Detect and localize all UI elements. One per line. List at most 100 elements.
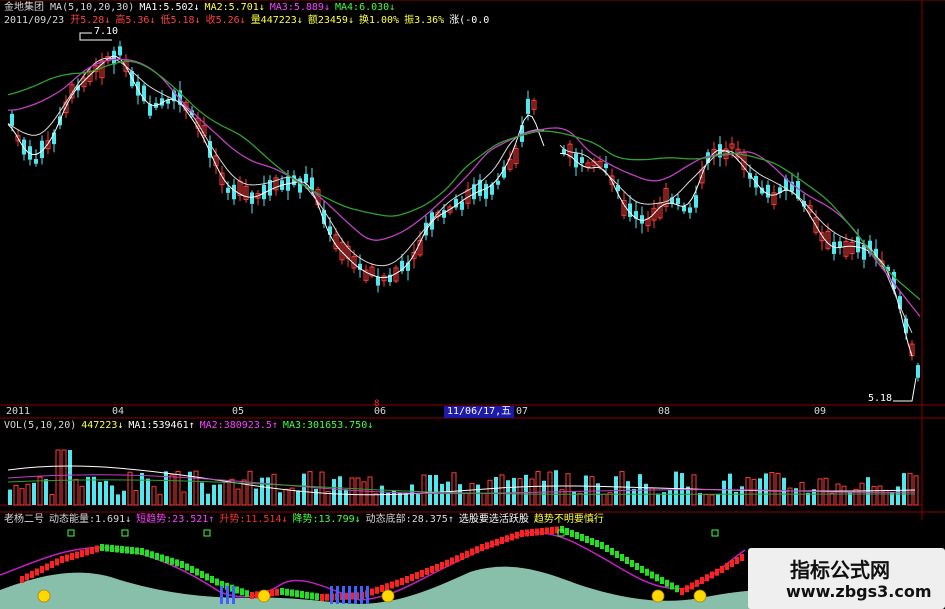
trend-block bbox=[595, 540, 599, 547]
trend-block bbox=[45, 563, 49, 571]
trend-block bbox=[420, 570, 424, 577]
trend-block bbox=[480, 544, 484, 551]
indicator-header-item-7: 趋势不明要慎行 bbox=[533, 514, 604, 525]
quote-value-5: 额23459↓ bbox=[307, 15, 354, 26]
trend-block bbox=[250, 592, 254, 599]
signal-square bbox=[711, 529, 719, 537]
time-label-08: 08 bbox=[658, 406, 671, 417]
volume-bar-up bbox=[25, 483, 31, 506]
indicator-header-item-6: 选股要选活跃股 bbox=[458, 514, 529, 525]
volume-bar-down bbox=[338, 476, 342, 505]
volume-bar-up bbox=[61, 449, 67, 506]
trend-block bbox=[415, 572, 419, 579]
volume-bar-down bbox=[902, 473, 906, 505]
trend-block bbox=[490, 540, 494, 548]
volume-bar-down bbox=[458, 484, 462, 505]
trend-block bbox=[185, 563, 189, 571]
trend-block bbox=[170, 557, 174, 565]
volume-bar-down bbox=[296, 490, 300, 505]
volume-bar-up bbox=[223, 482, 229, 506]
volume-bar-down bbox=[440, 483, 444, 505]
trend-block bbox=[510, 533, 514, 541]
trend-block bbox=[655, 574, 659, 582]
candle-body-down bbox=[856, 236, 860, 253]
volume-bar-down bbox=[896, 486, 900, 505]
volume-bar-up bbox=[79, 485, 85, 506]
trend-block bbox=[20, 576, 24, 583]
volume-bar-down bbox=[200, 482, 204, 505]
price-header-line2: 2011/09/23 开5.28↓ 高5.36↓ 低5.18↓ 收5.26↓ 量4472… bbox=[4, 15, 494, 27]
stock-name: 金地集团 bbox=[4, 2, 44, 13]
volume-bar-down bbox=[434, 475, 438, 505]
trend-block bbox=[450, 557, 454, 565]
volume-bar-up bbox=[19, 488, 25, 506]
trend-block bbox=[130, 547, 134, 554]
trend-block bbox=[155, 552, 159, 560]
volume-bar-up bbox=[235, 488, 241, 506]
ma-values: MA(5,10,20,30) MA1:5.502↓ MA2:5.701↓ MA3:5.… bbox=[50, 2, 400, 13]
trend-block bbox=[540, 528, 544, 535]
volume-bar-up bbox=[499, 474, 505, 506]
trend-block bbox=[165, 556, 169, 564]
volume-bar-up bbox=[193, 470, 199, 506]
candle-body-down bbox=[526, 98, 530, 114]
volume-bar-down bbox=[332, 479, 336, 505]
volume-bar-down bbox=[554, 470, 558, 505]
trend-block bbox=[195, 568, 199, 576]
candle-body-down bbox=[148, 104, 152, 116]
time-cursor-date[interactable]: 11/06/17,五 bbox=[444, 406, 515, 418]
volume-bar-up bbox=[577, 492, 583, 506]
volume-bars bbox=[7, 449, 919, 506]
trend-block bbox=[280, 588, 284, 595]
volume-bar-up bbox=[373, 493, 379, 506]
volume-bar-down bbox=[218, 484, 222, 505]
trend-block bbox=[675, 585, 679, 593]
quote-value-1: 高5.36↓ bbox=[115, 15, 156, 26]
trend-block bbox=[290, 589, 294, 597]
trend-block bbox=[610, 548, 614, 555]
volume-bar-down bbox=[656, 493, 660, 505]
trend-block bbox=[525, 529, 529, 537]
trend-block bbox=[470, 548, 474, 556]
trend-block bbox=[625, 557, 629, 564]
time-label-09: 09 bbox=[814, 406, 827, 417]
trend-block bbox=[125, 546, 129, 554]
bottom-signal-bar bbox=[330, 586, 333, 604]
candle-body-down bbox=[694, 195, 698, 208]
trend-block bbox=[35, 568, 39, 576]
volume-bar-up bbox=[469, 482, 475, 506]
trend-block bbox=[585, 536, 589, 543]
price-header-line1: 金地集团 MA(5,10,20,30) MA1:5.502↓ MA2:5.701↓ M… bbox=[4, 2, 400, 14]
trend-block bbox=[90, 547, 94, 554]
indicator-header-item-1: 动态能量:1.691↓ bbox=[49, 514, 132, 525]
candle-body-down bbox=[226, 187, 230, 193]
trend-block bbox=[700, 577, 704, 584]
quote-values: 开5.28↓ 高5.36↓ 低5.18↓ 收5.26↓ 量447223↓ 额23459↓ 换… bbox=[70, 15, 494, 26]
trend-block bbox=[310, 592, 314, 600]
indicator-header-item-4: 降势:13.799↓ bbox=[292, 514, 361, 525]
volume-bar-up bbox=[421, 474, 427, 506]
volume-bar-up bbox=[247, 470, 253, 506]
volume-bar-up bbox=[175, 470, 181, 506]
volume-bar-up bbox=[517, 478, 523, 506]
ma-value-1: MA1:5.502↓ bbox=[139, 2, 200, 13]
volume-bar-down bbox=[104, 480, 108, 505]
trend-block bbox=[635, 563, 639, 570]
trend-block bbox=[325, 593, 329, 601]
volume-header-item-0: VOL(5,10,20) bbox=[4, 420, 77, 431]
volume-bar-down bbox=[122, 490, 126, 505]
low-price-label: 5.18 bbox=[868, 393, 893, 404]
time-label-05: 05 bbox=[232, 406, 245, 417]
trend-block bbox=[210, 576, 214, 583]
candle-body-down bbox=[682, 205, 686, 212]
indicator-header-item-2: 短趋势:23.521↑ bbox=[136, 514, 215, 525]
volume-bar-up bbox=[349, 477, 355, 506]
ma2-line-left bbox=[7, 57, 545, 267]
volume-bar-down bbox=[32, 482, 36, 505]
trend-block bbox=[620, 554, 624, 561]
trend-block bbox=[570, 530, 574, 537]
volume-bar-up bbox=[841, 485, 847, 506]
trend-block bbox=[605, 545, 609, 552]
volume-bar-up bbox=[451, 472, 457, 506]
volume-bar-up bbox=[271, 473, 277, 506]
